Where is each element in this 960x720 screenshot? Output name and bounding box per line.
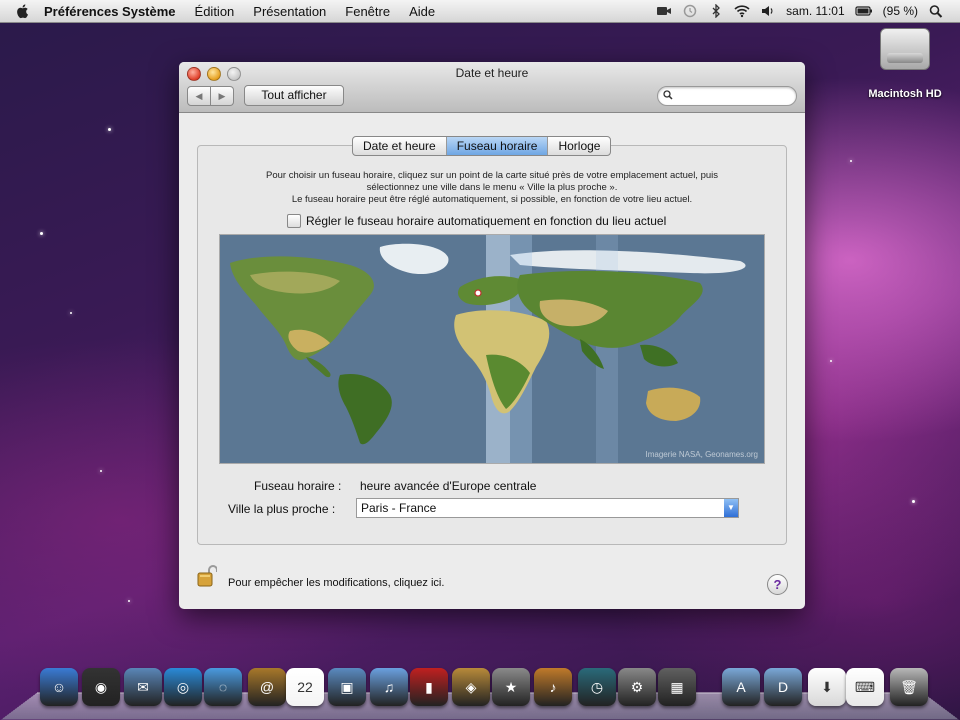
iphoto-icon[interactable]: ▣ [328, 668, 366, 706]
battery-icon[interactable] [855, 4, 873, 18]
tab-bar: Date et heure Fuseau horaire Horloge [352, 136, 612, 156]
clock[interactable]: sam. 11:01 [786, 4, 844, 18]
photo-booth-icon[interactable]: ▮ [410, 668, 448, 706]
itunes-icon[interactable]: ♫ [370, 668, 408, 706]
network-icon[interactable]: ⌨ [846, 668, 884, 706]
show-all-button[interactable]: Tout afficher [244, 85, 344, 106]
tab-fuseau-horaire[interactable]: Fuseau horaire [446, 137, 549, 155]
instructions-line: sélectionnez une ville dans le menu « Vi… [366, 182, 618, 193]
star [912, 500, 915, 503]
time-machine-menu-icon[interactable] [682, 4, 698, 18]
search-input[interactable] [678, 88, 792, 104]
address-book-icon[interactable]: @ [248, 668, 286, 706]
dashboard-icon[interactable]: ◉ [82, 668, 120, 706]
auto-timezone-checkbox[interactable] [287, 214, 301, 228]
map-credit: Imagerie NASA, Geonames.org [645, 450, 759, 459]
forward-button[interactable]: ▶ [211, 86, 234, 106]
menu-presentation[interactable]: Présentation [253, 4, 326, 19]
window-toolbar: Date et heure ◀ ▶ Tout afficher [179, 62, 805, 113]
timezone-value: heure avancée d'Europe centrale [360, 479, 537, 493]
menu-extras: sam. 11:01 (95 %) [656, 0, 960, 22]
battery-percentage[interactable]: (95 %) [883, 4, 918, 18]
bluetooth-icon[interactable] [708, 4, 724, 18]
star [40, 232, 43, 235]
search-icon [663, 90, 673, 100]
safari-icon[interactable]: ◎ [164, 668, 202, 706]
ichat-icon[interactable]: ◌ [204, 668, 242, 706]
star [830, 360, 832, 362]
menu-bar: Préférences Système Édition Présentation… [0, 0, 960, 23]
ical-icon[interactable]: 22 [286, 668, 324, 706]
back-button[interactable]: ◀ [187, 86, 211, 106]
menu-app-name[interactable]: Préférences Système [44, 4, 176, 19]
navigation-buttons: ◀ ▶ [187, 86, 234, 106]
documents-folder-icon[interactable]: D [764, 668, 802, 706]
preview-icon[interactable]: ▦ [658, 668, 696, 706]
finder-icon[interactable]: ☺ [40, 668, 78, 706]
world-map-image[interactable] [220, 235, 764, 463]
date-time-preferences-window: Date et heure ◀ ▶ Tout afficher Date et … [179, 62, 805, 609]
lock-message: Pour empêcher les modifications, cliquez… [228, 577, 445, 589]
applications-folder-icon[interactable]: A [722, 668, 760, 706]
window-title: Date et heure [455, 66, 529, 80]
downloads-stack-icon[interactable]: ⬇ [808, 668, 846, 706]
spotlight-icon[interactable] [928, 4, 944, 18]
mail-icon[interactable]: ✉ [124, 668, 162, 706]
time-machine-icon[interactable]: ◷ [578, 668, 616, 706]
volume-icon[interactable] [760, 4, 776, 18]
star [100, 470, 102, 472]
world-map[interactable]: Imagerie NASA, Geonames.org [219, 234, 765, 464]
star [70, 312, 72, 314]
chevron-down-icon[interactable]: ▼ [724, 499, 738, 517]
screen-recording-icon[interactable] [656, 4, 672, 18]
menu-edition[interactable]: Édition [195, 4, 235, 19]
macintosh-hd-drive[interactable]: Macintosh HD [862, 28, 948, 100]
trash-icon[interactable]: 🗑 [890, 668, 928, 706]
tab-date-et-heure[interactable]: Date et heure [353, 137, 447, 155]
instructions-line: Pour choisir un fuseau horaire, cliquez … [265, 170, 719, 181]
auto-timezone-option[interactable]: Régler le fuseau horaire automatiquement… [287, 214, 666, 228]
tab-horloge[interactable]: Horloge [548, 137, 610, 155]
nearest-city-combo[interactable]: Paris - France ▼ [356, 498, 739, 518]
system-preferences-icon[interactable]: ⚙ [618, 668, 656, 706]
dock: ☺ ◉ ✉ ◎ ◌ @22 ▣ ♫ ▮ ◈ ★ ♪ ◷ ⚙ ▦ A D ⬇ ⌨ 🗑 [38, 666, 928, 714]
unlocked-padlock-icon[interactable] [197, 564, 217, 588]
star [108, 128, 111, 131]
menu-aide[interactable]: Aide [409, 4, 435, 19]
help-button[interactable]: ? [767, 574, 788, 595]
star [128, 600, 130, 602]
search-field[interactable] [657, 86, 797, 106]
nearest-city-label: Ville la plus proche : [228, 502, 336, 516]
instructions-line: Le fuseau horaire peut être réglé automa… [291, 194, 693, 205]
instructions-text: Pour choisir un fuseau horaire, cliquez … [209, 170, 775, 206]
menu-fenetre[interactable]: Fenêtre [345, 4, 390, 19]
drive-label: Macintosh HD [868, 88, 942, 100]
auto-timezone-label: Régler le fuseau horaire automatiquement… [306, 214, 667, 228]
garageband-icon[interactable]: ♪ [534, 668, 572, 706]
nearest-city-value[interactable]: Paris - France [357, 501, 436, 515]
apple-menu-icon[interactable] [14, 2, 32, 20]
iphoto-library-icon[interactable]: ◈ [452, 668, 490, 706]
timezone-label: Fuseau horaire : [254, 479, 342, 493]
imovie-icon[interactable]: ★ [492, 668, 530, 706]
wifi-icon[interactable] [734, 4, 750, 18]
star [850, 160, 852, 162]
hard-drive-icon[interactable] [880, 28, 930, 70]
